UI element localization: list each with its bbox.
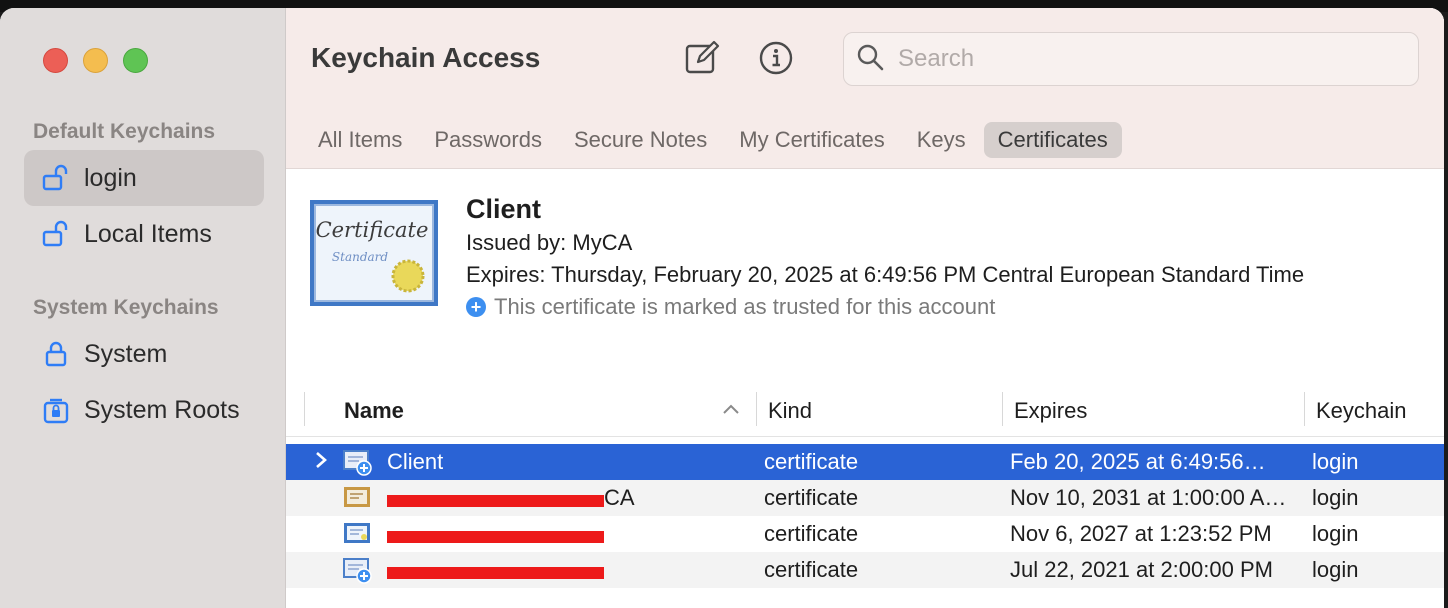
trust-status: + This certificate is marked as trusted … — [466, 294, 995, 320]
cell-kind: certificate — [764, 557, 859, 582]
system-keychains-header: System Keychains — [33, 296, 219, 319]
unlocked-lock-icon — [40, 218, 72, 250]
cell-kind: certificate — [764, 485, 859, 510]
unlocked-lock-icon — [40, 162, 72, 194]
sidebar-item-system[interactable]: System — [24, 326, 264, 382]
tab-passwords[interactable]: Passwords — [420, 122, 556, 158]
sidebar-item-login[interactable]: login — [24, 150, 264, 206]
search-input[interactable] — [896, 44, 1380, 74]
tab-secure-notes[interactable]: Secure Notes — [560, 122, 721, 158]
expiration-date: Expires: Thursday, February 20, 2025 at … — [466, 262, 1305, 287]
cell-expires: Nov 10, 2031 at 1:00:00 A… — [1010, 485, 1287, 510]
zoom-window-button[interactable] — [123, 48, 148, 73]
table-header: Name Kind Expires Keychain — [286, 388, 1444, 437]
cell-keychain: login — [1312, 521, 1359, 546]
issued-by: Issued by: MyCA — [466, 230, 633, 255]
tab-all-items[interactable]: All Items — [304, 122, 416, 158]
default-keychains-header: Default Keychains — [33, 120, 216, 143]
redaction-bar — [387, 495, 604, 507]
column-header-expires[interactable]: Expires — [1014, 398, 1087, 424]
search-field[interactable] — [843, 32, 1419, 86]
certificate-name: Client — [466, 194, 542, 224]
table-row[interactable]: CA certificate Nov 10, 2031 at 1:00:00 A… — [286, 480, 1444, 516]
tab-certificates[interactable]: Certificates — [983, 122, 1122, 158]
certificate-image-subtitle: Standard — [332, 250, 388, 264]
search-icon — [856, 43, 884, 76]
certificate-trusted-icon — [343, 450, 372, 476]
column-separator — [756, 392, 757, 426]
sidebar-item-label: login — [84, 163, 137, 192]
disclosure-chevron-icon[interactable] — [314, 450, 328, 476]
column-header-keychain[interactable]: Keychain — [1316, 398, 1407, 424]
cell-expires: Jul 22, 2021 at 2:00:00 PM — [1010, 557, 1273, 582]
redaction-bar — [387, 567, 604, 579]
column-separator — [1002, 392, 1003, 426]
tab-my-certificates[interactable]: My Certificates — [725, 122, 898, 158]
certificate-icon — [343, 522, 371, 544]
sort-ascending-icon — [722, 402, 740, 420]
plus-circle-icon: + — [466, 297, 486, 317]
certificate-image: Certificate Standard — [310, 200, 438, 306]
compose-icon — [684, 40, 720, 81]
cell-keychain: login — [1312, 557, 1359, 582]
cell-keychain: login — [1312, 449, 1359, 474]
sidebar-item-system-roots[interactable]: System Roots — [24, 382, 264, 438]
cell-name: Client — [387, 449, 444, 474]
trust-status-text: This certificate is marked as trusted fo… — [494, 294, 996, 319]
cell-kind: certificate — [764, 449, 859, 474]
lock-icon — [40, 338, 72, 370]
cell-name: CA — [604, 485, 635, 510]
new-item-button[interactable] — [684, 40, 720, 81]
keychain-access-window: Default Keychains login Local Items Syst… — [0, 8, 1444, 608]
get-info-button[interactable] — [758, 40, 794, 81]
column-separator — [304, 392, 305, 426]
tab-keys[interactable]: Keys — [903, 122, 980, 158]
toolbar: Keychain Access All Items Passwords — [286, 8, 1444, 169]
cabinet-lock-icon — [40, 394, 72, 426]
table-row[interactable]: certificate Nov 6, 2027 at 1:23:52 PM lo… — [286, 516, 1444, 552]
window-title: Keychain Access — [311, 42, 541, 73]
main-pane: Keychain Access All Items Passwords — [286, 8, 1444, 608]
certificate-trusted-icon — [343, 558, 372, 584]
table-row[interactable]: certificate Jul 22, 2021 at 2:00:00 PM l… — [286, 552, 1444, 588]
redaction-bar — [387, 531, 604, 543]
table-row[interactable]: Client certificate Feb 20, 2025 at 6:49:… — [286, 444, 1444, 480]
cell-expires: Nov 6, 2027 at 1:23:52 PM — [1010, 521, 1272, 546]
cell-kind: certificate — [764, 521, 859, 546]
sidebar-item-label: System — [84, 339, 168, 368]
minimize-window-button[interactable] — [83, 48, 108, 73]
info-icon — [758, 40, 794, 81]
category-tabs: All Items Passwords Secure Notes My Cert… — [304, 122, 1126, 158]
certificate-authority-icon — [343, 486, 371, 508]
column-separator — [1304, 392, 1305, 426]
certificate-image-title: Certificate — [316, 218, 429, 242]
cell-expires: Feb 20, 2025 at 6:49:56… — [1010, 449, 1266, 474]
cell-keychain: login — [1312, 485, 1359, 510]
column-header-kind[interactable]: Kind — [768, 398, 812, 424]
sidebar: Default Keychains login Local Items Syst… — [0, 8, 286, 608]
sidebar-item-label: System Roots — [84, 395, 240, 424]
column-header-name[interactable]: Name — [344, 398, 404, 424]
close-window-button[interactable] — [43, 48, 68, 73]
sidebar-item-local-items[interactable]: Local Items — [24, 206, 264, 262]
sidebar-item-label: Local Items — [84, 219, 212, 248]
